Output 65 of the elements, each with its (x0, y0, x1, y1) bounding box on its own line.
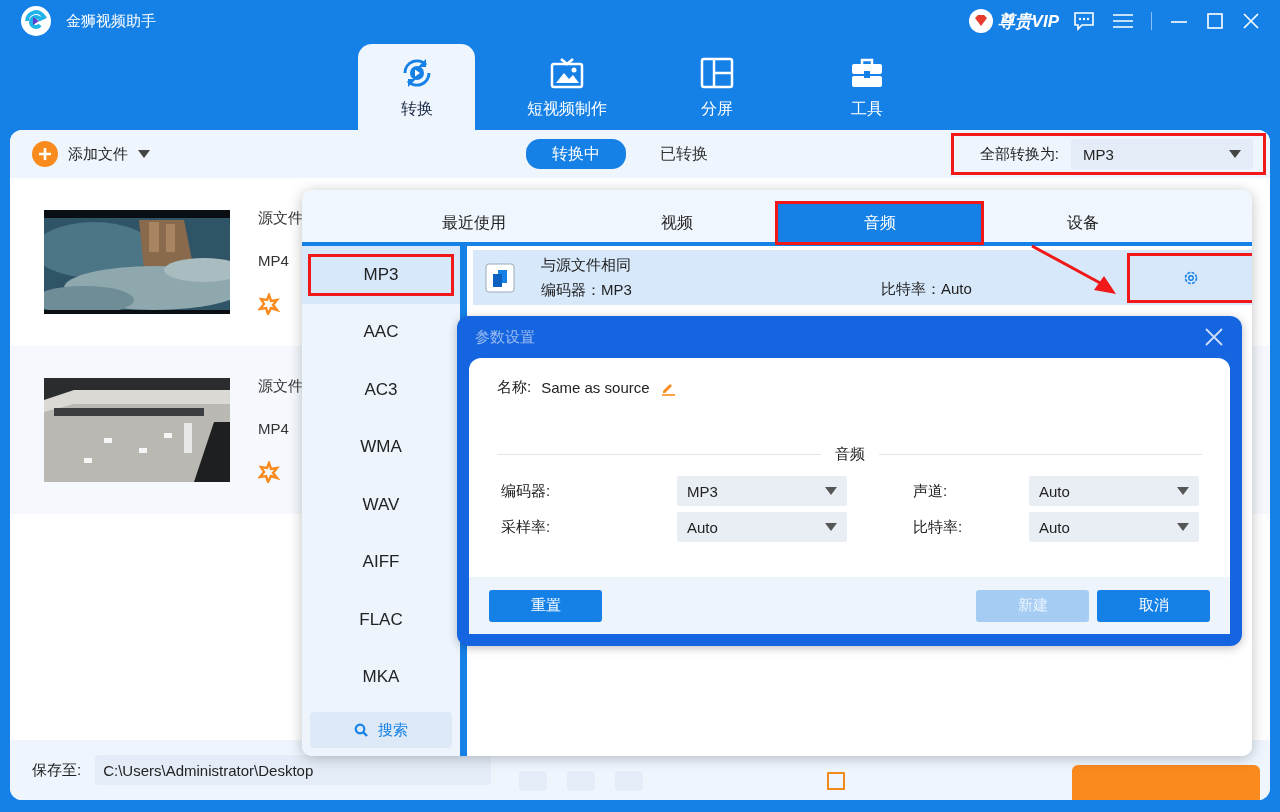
select-field[interactable]: Auto (1029, 476, 1199, 506)
convert-all-label: 全部转换为: (979, 144, 1059, 164)
format-item[interactable]: WAV (302, 476, 460, 534)
name-label: 名称: (497, 378, 532, 397)
status-tab[interactable]: 已转换 (634, 139, 734, 169)
maximize-icon[interactable] (1206, 12, 1224, 30)
menu-icon[interactable] (1113, 13, 1133, 29)
dialog-title: 参数设置 (475, 327, 535, 347)
select-field[interactable]: Auto (1029, 512, 1199, 542)
section-title: 音频 (834, 445, 865, 464)
save-path-field[interactable]: C:\Users\Administrator\Desktop (95, 755, 492, 785)
field-label: 采样率: (501, 517, 552, 537)
caret-icon (138, 150, 150, 158)
status-tab[interactable]: 转换中 (526, 139, 626, 169)
category-tab[interactable]: 设备 (981, 204, 1184, 242)
format-label: MP4 (258, 420, 290, 437)
nav-tab[interactable]: 转换 (358, 44, 475, 130)
name-value: Same as source (541, 379, 650, 396)
app-logo-icon (20, 5, 52, 37)
caret-icon (1177, 487, 1189, 495)
settings-button[interactable] (1127, 252, 1252, 303)
format-label: MP4 (258, 252, 290, 269)
caret-icon (1229, 150, 1241, 158)
format-item[interactable]: AAC (302, 303, 460, 361)
copy-icon (485, 262, 515, 293)
close-icon[interactable] (1204, 327, 1224, 347)
nav-tab[interactable]: 分屏 (658, 44, 775, 130)
select-field[interactable]: Auto (677, 512, 847, 542)
category-tab[interactable]: 音频 (778, 204, 981, 242)
search-icon (354, 723, 368, 737)
format-item[interactable]: FLAC (302, 591, 460, 649)
add-files-button[interactable]: 添加文件 (32, 141, 150, 167)
nav-tab[interactable]: 短视频制作 (508, 44, 625, 130)
field-label: 比特率: (913, 517, 964, 537)
format-item[interactable]: AIFF (302, 533, 460, 591)
sparkle-icon[interactable] (258, 461, 280, 483)
window-title: 金狮视频助手 (66, 11, 156, 31)
format-dropdown[interactable]: MP3 (1071, 139, 1253, 169)
merge-checkbox[interactable] (827, 772, 846, 790)
sparkle-icon[interactable] (258, 293, 280, 315)
source-file-label: 源文件 (258, 209, 304, 228)
select-field[interactable]: MP3 (677, 476, 847, 506)
category-tab[interactable]: 视频 (575, 204, 778, 242)
preset-name: 与源文件相同 (541, 255, 632, 275)
preset-row[interactable]: 与源文件相同 编码器：MP3 比特率：Auto (473, 250, 1252, 305)
format-item[interactable]: AC3 (302, 361, 460, 419)
caret-icon (825, 487, 837, 495)
save-to-label: 保存至: (32, 760, 82, 780)
settings-icon (1183, 269, 1199, 286)
format-item[interactable]: WMA (302, 418, 460, 476)
format-item[interactable]: MKA (302, 648, 460, 706)
nav-tab[interactable]: 工具 (808, 44, 925, 130)
format-item[interactable]: MP3 (302, 246, 460, 304)
plus-icon (32, 141, 58, 167)
field-label: 编码器: (501, 481, 552, 501)
caret-icon (825, 523, 837, 531)
encoder-text: 编码器：MP3 (541, 280, 633, 300)
dialog-button[interactable]: 重置 (489, 589, 602, 622)
field-label: 声道: (913, 481, 949, 501)
bitrate-text: 比特率：Auto (881, 280, 973, 299)
dialog-button[interactable]: 取消 (1097, 589, 1210, 622)
category-tab[interactable]: 最近使用 (372, 204, 575, 242)
chat-icon[interactable] (1073, 11, 1095, 31)
vip-badge[interactable]: 尊贵VIP (967, 8, 1059, 34)
caret-icon (1177, 523, 1189, 531)
